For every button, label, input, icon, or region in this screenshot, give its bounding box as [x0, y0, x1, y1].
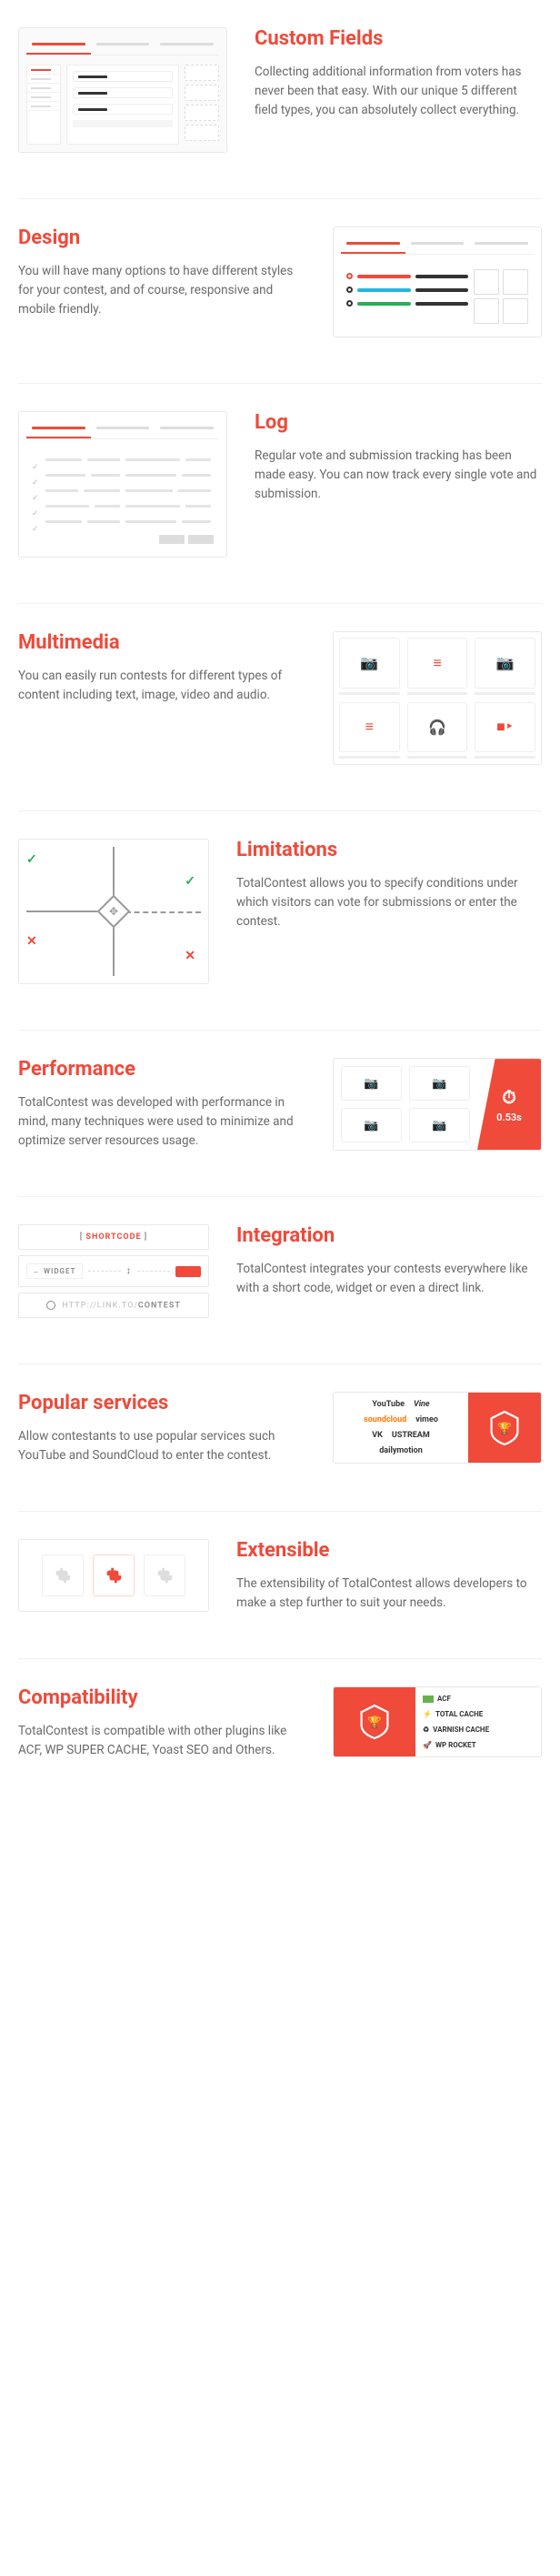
- multimedia-title: Multimedia: [18, 631, 305, 654]
- plug-icon: [144, 1555, 185, 1596]
- multimedia-desc: You can easily run contests for differen…: [18, 667, 305, 705]
- url-row: HTTP://LINK.TO/CONTEST: [18, 1293, 209, 1318]
- camera-icon: 📷: [409, 1108, 470, 1142]
- limitations-title: Limitations: [236, 839, 542, 861]
- text-icon: ≡: [339, 702, 400, 753]
- section-popular: YouTubeVine soundcloudvimeo VKUSTREAM da…: [0, 1364, 560, 1511]
- limitations-desc: TotalContest allows you to specify condi…: [236, 874, 542, 931]
- compatibility-title: Compatibility: [18, 1686, 305, 1709]
- design-desc: You will have many options to have diffe…: [18, 262, 305, 319]
- section-custom-fields: Custom Fields Collecting additional info…: [0, 0, 560, 198]
- extensible-desc: The extensibility of TotalContest allows…: [236, 1575, 542, 1613]
- trophy-shield-icon: 🏆: [488, 1410, 521, 1446]
- limitations-illustration: ✥ ✓ ✓ ✕ ✕: [18, 839, 209, 984]
- headphones-icon: 🎧: [407, 702, 468, 753]
- svg-text:🏆: 🏆: [367, 1716, 382, 1730]
- log-desc: Regular vote and submission tracking has…: [255, 447, 542, 504]
- extensible-illustration: [18, 1539, 209, 1612]
- compatibility-desc: TotalContest is compatible with other pl…: [18, 1722, 305, 1760]
- stopwatch-icon: ⏱: [502, 1086, 516, 1108]
- section-performance: 📷 📷 📷 📷 ⏱ 0.53s Performance TotalContest…: [0, 1031, 560, 1196]
- extensible-title: Extensible: [236, 1539, 542, 1562]
- log-illustration: [18, 411, 227, 558]
- custom-fields-illustration: [18, 27, 227, 153]
- integration-illustration: [ SHORTCODE ] ← WIDGET ↕ HTTP://LINK.TO/…: [18, 1224, 209, 1318]
- popular-illustration: YouTubeVine soundcloudvimeo VKUSTREAM da…: [333, 1392, 542, 1464]
- globe-icon: [46, 1301, 55, 1310]
- plug-icon: [93, 1555, 135, 1596]
- compatibility-illustration: 🏆 ACF ⚡TOTAL CACHE ♻VARNISH CACHE 🚀WP RO…: [333, 1686, 542, 1757]
- performance-title: Performance: [18, 1058, 305, 1081]
- section-extensible: Extensible The extensibility of TotalCon…: [0, 1512, 560, 1658]
- camera-icon: 📷: [341, 1066, 402, 1101]
- camera-icon: 📷: [475, 638, 535, 689]
- cross-icon: ✕: [26, 934, 37, 949]
- custom-fields-title: Custom Fields: [255, 27, 542, 50]
- check-icon: ✓: [185, 874, 195, 889]
- popular-title: Popular services: [18, 1392, 305, 1414]
- custom-fields-desc: Collecting additional information from v…: [255, 63, 542, 120]
- design-title: Design: [18, 226, 305, 249]
- design-illustration: [333, 226, 542, 337]
- integration-title: Integration: [236, 1224, 542, 1247]
- camera-icon: 📷: [409, 1066, 470, 1101]
- section-compatibility: 🏆 ACF ⚡TOTAL CACHE ♻VARNISH CACHE 🚀WP RO…: [0, 1659, 560, 1806]
- integration-desc: TotalContest integrates your contests ev…: [236, 1260, 542, 1298]
- section-limitations: ✥ ✓ ✓ ✕ ✕ Limitations TotalContest allow…: [0, 811, 560, 1030]
- log-title: Log: [255, 411, 542, 434]
- section-integration: [ SHORTCODE ] ← WIDGET ↕ HTTP://LINK.TO/…: [0, 1197, 560, 1363]
- performance-illustration: 📷 📷 📷 📷 ⏱ 0.53s: [333, 1058, 542, 1151]
- section-multimedia: 📷 ≡ 📷 ≡ 🎧 ■‣ Multimedia You can easily r…: [0, 604, 560, 810]
- performance-timer: 0.53s: [496, 1112, 522, 1123]
- shortcode-row: [ SHORTCODE ]: [18, 1224, 209, 1250]
- multimedia-illustration: 📷 ≡ 📷 ≡ 🎧 ■‣: [333, 631, 542, 765]
- move-icon: ✥: [97, 895, 131, 929]
- plug-icon: [42, 1555, 84, 1596]
- trophy-shield-icon: 🏆: [358, 1704, 391, 1740]
- popular-desc: Allow contestants to use popular service…: [18, 1427, 305, 1465]
- camera-icon: 📷: [339, 638, 400, 689]
- widget-row: ← WIDGET ↕: [18, 1255, 209, 1287]
- cross-icon: ✕: [185, 949, 195, 963]
- check-icon: ✓: [26, 852, 37, 867]
- camera-icon: 📷: [341, 1108, 402, 1142]
- video-icon: ■‣: [475, 702, 535, 753]
- text-icon: ≡: [407, 638, 468, 689]
- performance-desc: TotalContest was developed with performa…: [18, 1093, 305, 1151]
- svg-text:🏆: 🏆: [497, 1421, 512, 1435]
- section-log: Log Regular vote and submission tracking…: [0, 384, 560, 603]
- section-design: Design You will have many options to hav…: [0, 199, 560, 383]
